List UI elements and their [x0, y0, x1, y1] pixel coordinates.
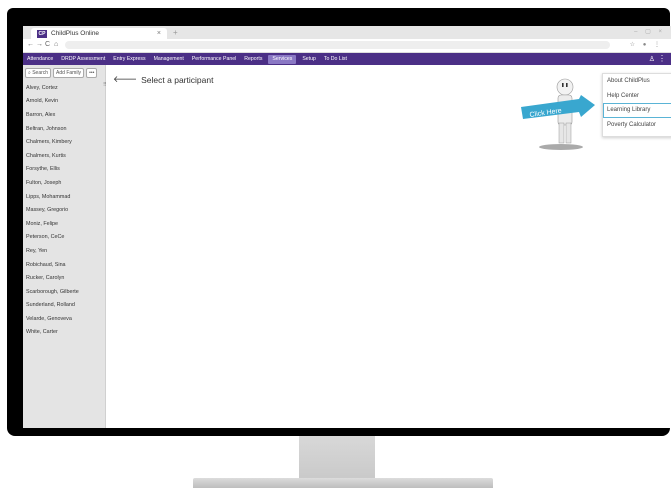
participant-list-item[interactable]: Moniz, Felipe — [23, 217, 105, 231]
back-icon[interactable]: ← — [27, 41, 34, 48]
menu-attendance[interactable]: Attendance — [23, 53, 57, 65]
menu-setup[interactable]: Setup — [298, 53, 320, 65]
prompt-text: Select a participant — [141, 74, 214, 85]
figure-leg-left — [558, 122, 565, 144]
participant-list: Alvey, Cortez Arnold, Kevin Barron, Alex Be… — [23, 81, 105, 339]
add-family-button[interactable]: Add Family — [53, 68, 85, 78]
figure-eye-left — [562, 83, 564, 87]
help-menu-learning-library[interactable]: Learning Library — [603, 103, 671, 118]
participant-list-item[interactable]: Alvey, Cortez — [23, 81, 105, 95]
home-icon[interactable]: ⌂ — [54, 41, 58, 48]
menu-management[interactable]: Management — [150, 53, 188, 65]
window-controls[interactable]: – ▢ × — [634, 28, 665, 35]
participant-sidebar: ⌕ Search Add Family ••• ⠿ Alvey, Cortez A… — [23, 65, 107, 428]
more-options-button[interactable]: ••• — [86, 68, 98, 78]
monitor-neck — [299, 436, 375, 480]
participant-list-item[interactable]: Lipps, Mohammad — [23, 190, 105, 204]
url-input[interactable] — [65, 41, 610, 49]
participant-list-item[interactable]: Forsythe, Ellis — [23, 163, 105, 177]
search-icon: ⌕ — [28, 70, 31, 76]
help-dropdown-menu: About ChildPlus Help Center Learning Lib… — [602, 73, 671, 137]
menu-reports[interactable]: Reports — [240, 53, 266, 65]
menu-drdp-assessment[interactable]: DRDP Assessment — [57, 53, 109, 65]
childplus-logo-icon: CP — [37, 29, 47, 38]
participant-list-item[interactable]: White, Carter — [23, 326, 105, 340]
browser-tabstrip: CP ChildPlus Online × + – ▢ × — [23, 26, 671, 39]
screen: CP ChildPlus Online × + – ▢ × ← → C ⌂ ☆ … — [23, 26, 671, 428]
help-menu-poverty-calculator[interactable]: Poverty Calculator — [603, 118, 671, 133]
participant-list-item[interactable]: Massey, Gregorio — [23, 203, 105, 217]
participant-list-item[interactable]: Peterson, CeCe — [23, 231, 105, 245]
search-label: Search — [32, 70, 49, 76]
sidebar-controls: ⌕ Search Add Family ••• — [25, 68, 105, 78]
figure-leg-right — [565, 122, 572, 144]
participant-list-item[interactable]: Sunderland, Rolland — [23, 299, 105, 313]
participant-list-item[interactable]: Chalmers, Kurtis — [23, 149, 105, 163]
menu-performance-panel[interactable]: Performance Panel — [188, 53, 240, 65]
participant-list-item[interactable]: Barron, Alex — [23, 108, 105, 122]
help-menu-about[interactable]: About ChildPlus — [603, 74, 671, 89]
tab-title: ChildPlus Online — [51, 30, 100, 37]
participant-list-item[interactable]: Velarde, Genoveva — [23, 312, 105, 326]
select-participant-prompt: 🡐 Select a participant — [113, 74, 213, 85]
participant-list-item[interactable]: Robichaud, Sina — [23, 258, 105, 272]
browser-tab[interactable]: CP ChildPlus Online × — [31, 28, 167, 39]
participant-list-item[interactable]: Chalmers, Kimbery — [23, 135, 105, 149]
close-tab-icon[interactable]: × — [157, 30, 161, 37]
participant-list-item[interactable]: Scarborough, Gilberte — [23, 285, 105, 299]
arrow-left-icon: 🡐 — [113, 74, 138, 84]
menu-to-do-list[interactable]: To Do List — [320, 53, 351, 65]
address-bar: ← → C ⌂ ☆ ● ⋮ — [23, 39, 671, 53]
figure-eye-right — [566, 83, 568, 87]
menu-entry-express[interactable]: Entry Express — [109, 53, 149, 65]
browser-toolbar-icons[interactable]: ☆ ● ⋮ — [630, 41, 663, 48]
participant-list-item[interactable]: Rey, Yen — [23, 244, 105, 258]
participant-list-item[interactable]: Rucker, Carolyn — [23, 271, 105, 285]
figure-shadow — [539, 144, 583, 150]
reload-icon[interactable]: C — [45, 41, 50, 48]
help-menu-help-center[interactable]: Help Center — [603, 89, 671, 104]
forward-icon[interactable]: → — [36, 41, 43, 48]
user-icon[interactable]: ♙ — [649, 55, 655, 63]
more-vertical-icon[interactable]: ⋮ — [658, 54, 666, 63]
monitor-frame: CP ChildPlus Online × + – ▢ × ← → C ⌂ ☆ … — [7, 8, 671, 436]
participant-list-item[interactable]: Arnold, Kevin — [23, 95, 105, 109]
new-tab-icon[interactable]: + — [173, 28, 178, 37]
search-button[interactable]: ⌕ Search — [25, 68, 52, 78]
monitor-base — [193, 478, 493, 488]
click-here-figure[interactable]: Click Here — [521, 77, 597, 153]
menu-services[interactable]: Services — [268, 54, 297, 64]
participant-list-item[interactable]: Beltran, Johnson — [23, 122, 105, 136]
participant-list-item[interactable]: Fulton, Joseph — [23, 176, 105, 190]
main-menu-bar: Attendance DRDP Assessment Entry Express… — [23, 53, 671, 65]
figure-head — [556, 78, 574, 96]
